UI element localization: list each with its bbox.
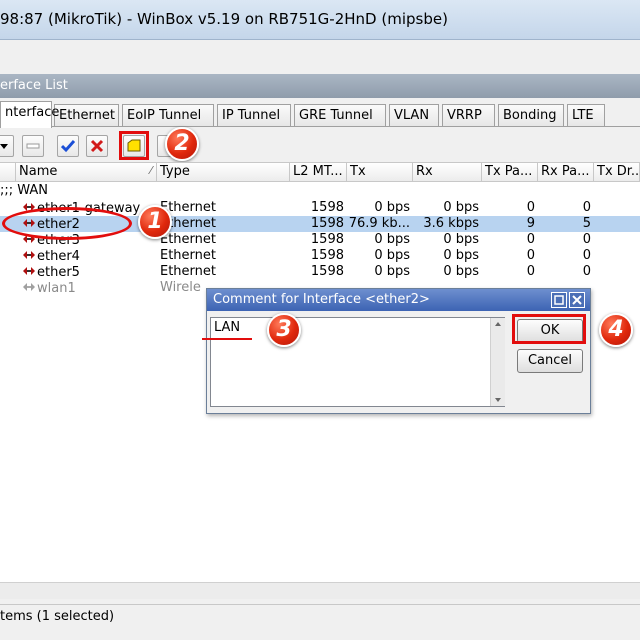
row-l2mtu: 1598	[310, 264, 344, 279]
row-tx: 0 bps	[374, 264, 410, 279]
column-header-name-label: Name	[19, 164, 58, 179]
tab-bonding[interactable]: Bonding	[498, 104, 564, 127]
status-text: tems (1 selected)	[0, 609, 115, 624]
interface-list-title: erface List	[0, 78, 68, 93]
row-l2mtu: 1598	[310, 216, 344, 231]
step3-underline	[202, 338, 252, 340]
minus-icon	[26, 143, 40, 149]
column-header-tx[interactable]: Tx	[347, 163, 413, 182]
row-tx: 0 bps	[374, 200, 410, 215]
tab-ip-tunnel[interactable]: IP Tunnel	[217, 104, 291, 127]
row-tx-packets: 0	[526, 248, 535, 263]
horizontal-scrollbar[interactable]	[0, 582, 640, 599]
tab-gre-tunnel[interactable]: GRE Tunnel	[294, 104, 386, 127]
dropdown-arrow-icon	[0, 144, 8, 149]
maximize-icon	[554, 295, 564, 305]
row-rx: 3.6 kbps	[423, 216, 479, 231]
row-name: ether5	[22, 264, 157, 280]
row-rx: 0 bps	[443, 232, 479, 247]
row-type: Wirele	[160, 280, 201, 295]
column-header-tx-drops[interactable]: Tx Dr...	[594, 163, 640, 182]
interface-list-header: erface List	[0, 74, 640, 98]
close-icon	[572, 295, 582, 305]
row-tx: 0 bps	[374, 232, 410, 247]
row-tx-packets: 0	[526, 200, 535, 215]
tab-vlan[interactable]: VLAN	[389, 104, 439, 127]
row-tx: 0 bps	[374, 248, 410, 263]
row-type: Ethernet	[160, 248, 216, 263]
sort-indicator-icon: ⁄	[150, 164, 152, 177]
group-label: ;;; WAN	[0, 183, 49, 198]
row-l2mtu: 1598	[310, 232, 344, 247]
row-rx-packets: 0	[582, 200, 591, 215]
table-row[interactable]: ether5 Ethernet 1598 0 bps 0 bps 0 0	[0, 264, 640, 280]
column-header-rx-packets[interactable]: Rx Pa...	[538, 163, 594, 182]
column-header-l2mtu[interactable]: L2 MT...	[290, 163, 347, 182]
tab-vrrp[interactable]: VRRP	[442, 104, 495, 127]
row-name: wlan1	[22, 280, 157, 296]
row-name: ether4	[22, 248, 157, 264]
x-icon	[90, 139, 104, 153]
tab-ethernet[interactable]: Ethernet	[54, 104, 119, 127]
dialog-title: Comment for Interface <ether2>	[207, 289, 590, 311]
step1-highlight-ellipse	[2, 207, 132, 240]
tab-bar: nterface Ethernet EoIP Tunnel IP Tunnel …	[0, 101, 640, 128]
check-icon	[61, 140, 75, 153]
remove-button[interactable]	[86, 135, 108, 157]
column-header-flags[interactable]	[0, 163, 16, 182]
tab-eoip-tunnel[interactable]: EoIP Tunnel	[122, 104, 214, 127]
comment-text: LAN	[214, 320, 241, 335]
textarea-scrollbar[interactable]	[490, 318, 505, 406]
enable-button[interactable]	[57, 135, 79, 157]
wireless-icon	[23, 283, 35, 291]
row-l2mtu: 1598	[310, 248, 344, 263]
row-l2mtu: 1598	[310, 200, 344, 215]
table-row[interactable]: ether4 Ethernet 1598 0 bps 0 bps 0 0	[0, 248, 640, 264]
row-rx: 0 bps	[443, 248, 479, 263]
comment-textarea[interactable]: LAN	[210, 317, 505, 407]
row-type: Ethernet	[160, 264, 216, 279]
close-button[interactable]	[569, 292, 585, 308]
ethernet-port-icon	[23, 251, 35, 259]
step3-badge: 3	[267, 313, 301, 347]
column-header-rx[interactable]: Rx	[413, 163, 482, 182]
group-row: ;;; WAN	[0, 183, 640, 199]
step2-highlight	[119, 131, 149, 160]
tab-divider	[0, 126, 640, 127]
tab-lte[interactable]: LTE	[567, 104, 605, 127]
step2-badge: 2	[165, 127, 199, 161]
row-tx: 76.9 kb...	[348, 216, 410, 231]
row-type: Ethernet	[160, 232, 216, 247]
window-titlebar: 98:87 (MikroTik) - WinBox v5.19 on RB751…	[0, 0, 640, 40]
column-header-name[interactable]: Name ⁄	[16, 163, 157, 182]
window-title: 98:87 (MikroTik) - WinBox v5.19 on RB751…	[0, 10, 448, 28]
ethernet-port-icon	[23, 267, 35, 275]
column-header-tx-packets[interactable]: Tx Pa...	[482, 163, 538, 182]
row-tx-packets: 0	[526, 232, 535, 247]
maximize-button[interactable]	[551, 292, 567, 308]
row-rx-packets: 0	[582, 232, 591, 247]
scroll-arrows-icon	[495, 322, 501, 402]
row-rx-packets: 0	[582, 264, 591, 279]
step4-highlight	[512, 314, 586, 344]
toolbar	[0, 128, 640, 162]
row-rx-packets: 5	[582, 216, 591, 231]
row-tx-packets: 0	[526, 264, 535, 279]
column-header-type[interactable]: Type	[157, 163, 290, 182]
step1-badge: 1	[138, 205, 172, 239]
row-rx: 0 bps	[443, 264, 479, 279]
add-dropdown-button[interactable]	[0, 135, 14, 157]
row-rx-packets: 0	[582, 248, 591, 263]
status-bar: tems (1 selected)	[0, 604, 640, 626]
tab-interface[interactable]: nterface	[0, 101, 59, 128]
step4-badge: 4	[599, 313, 633, 347]
comment-dialog: Comment for Interface <ether2> LAN OK Ca…	[206, 288, 591, 414]
row-tx-packets: 9	[526, 216, 535, 231]
cancel-button[interactable]: Cancel	[517, 349, 583, 373]
row-rx: 0 bps	[443, 200, 479, 215]
disable-button[interactable]	[22, 135, 44, 157]
